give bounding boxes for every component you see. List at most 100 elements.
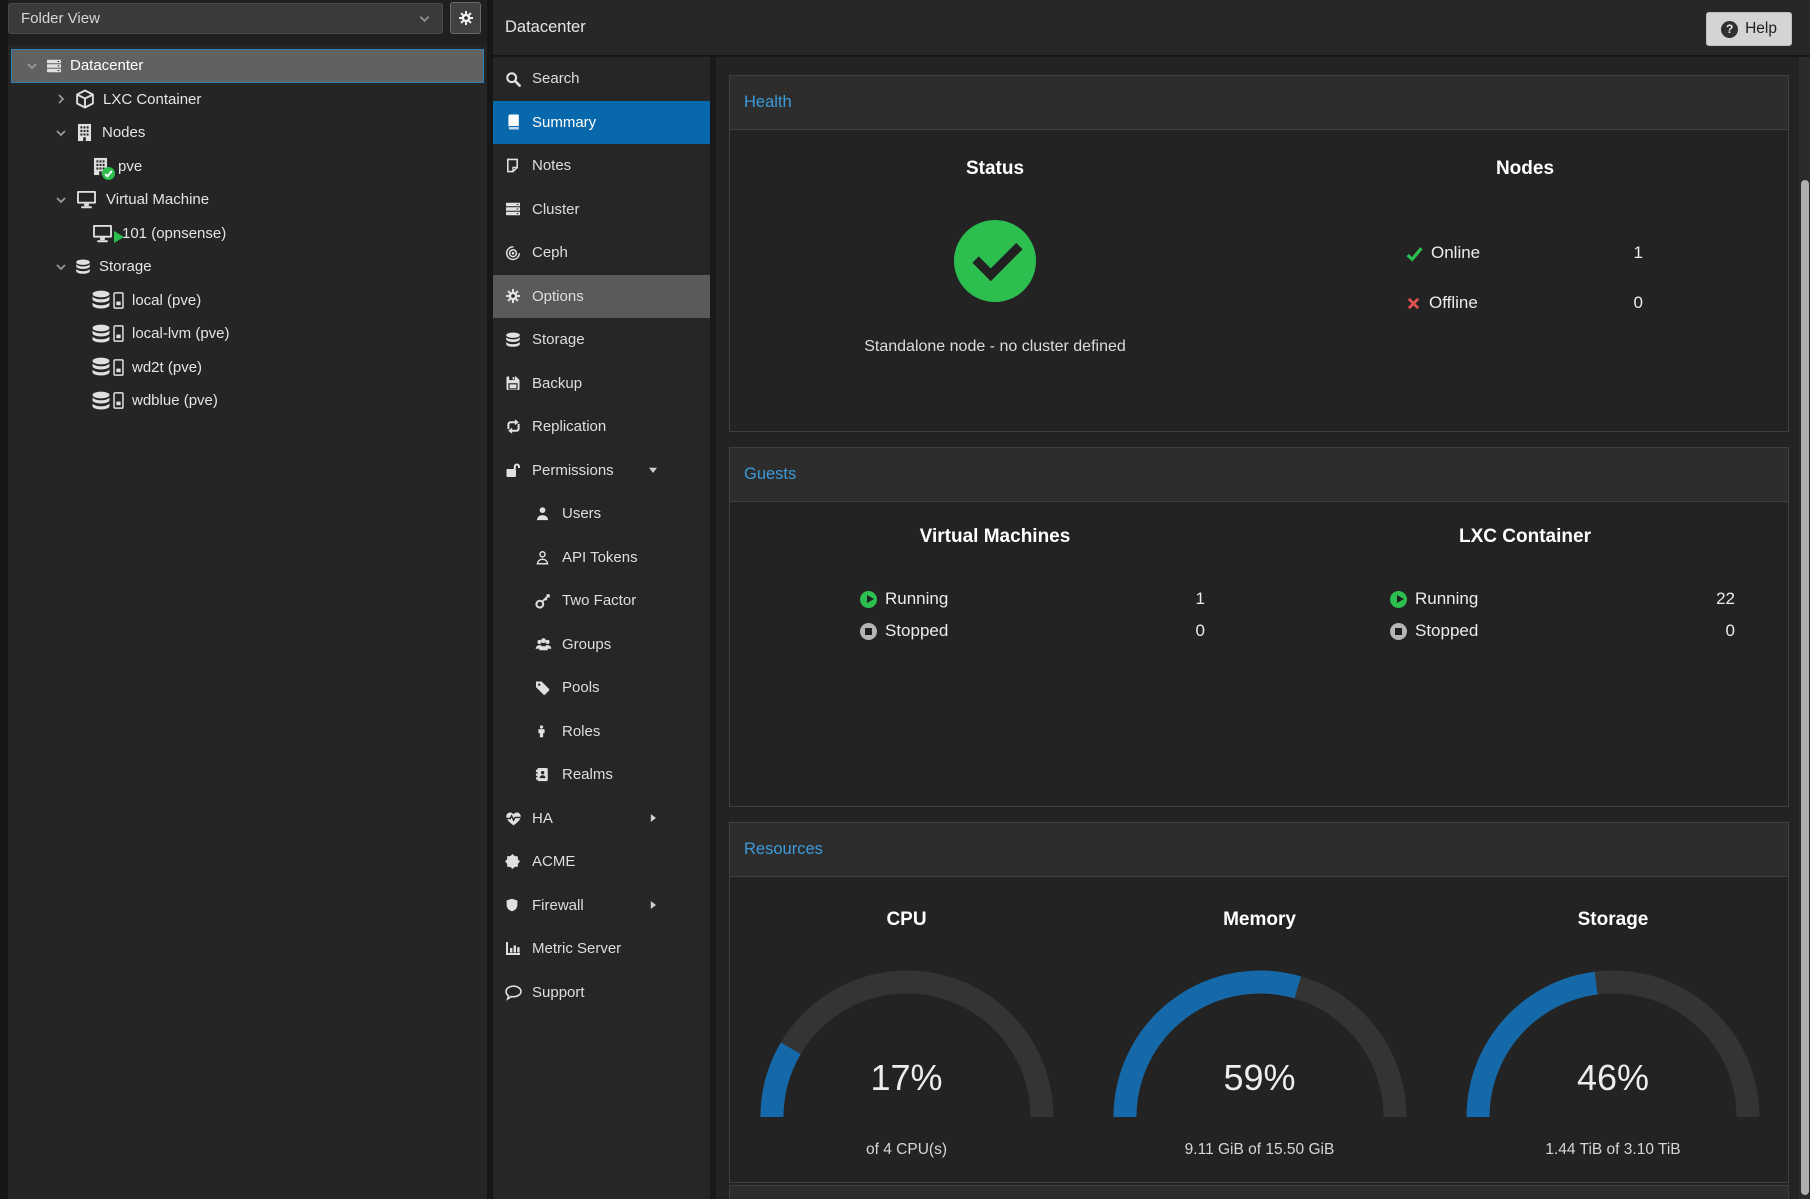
next-panel-edge	[729, 1185, 1789, 1199]
check-circle-icon	[954, 220, 1036, 302]
menu-item-label: Summary	[532, 114, 596, 131]
cube-icon	[75, 89, 95, 109]
tree-toolbar: Folder View	[8, 0, 487, 45]
memory-gauge-arc	[1110, 965, 1410, 1125]
menu-item-permissions[interactable]: Permissions	[493, 449, 710, 493]
menu-item-label: Search	[532, 70, 580, 87]
guest-count-value: 22	[1716, 589, 1735, 609]
chevron-down-icon[interactable]	[24, 60, 40, 72]
guest-count-value: 0	[1196, 621, 1205, 641]
tree-item-label: Virtual Machine	[106, 191, 209, 208]
chevron-down-icon	[417, 11, 432, 26]
summary-content: Health Status Standalone node - no clust…	[716, 57, 1810, 1199]
menu-item-backup[interactable]: Backup	[493, 362, 710, 406]
menu-item-firewall[interactable]: Firewall	[493, 884, 710, 928]
menu-item-two-factor[interactable]: Two Factor	[493, 579, 710, 623]
scrollbar-thumb[interactable]	[1801, 180, 1809, 1195]
view-selector-combobox[interactable]: Folder View	[8, 3, 443, 34]
tree-item-label: wdblue (pve)	[132, 392, 218, 409]
tree-item-datacenter[interactable]: Datacenter	[11, 49, 484, 83]
cpu-gauge-arc	[757, 965, 1057, 1125]
stop-circle-icon	[860, 623, 877, 640]
collapsed-arrow-icon	[648, 900, 658, 910]
menu-item-replication[interactable]: Replication	[493, 405, 710, 449]
content-scrollbar[interactable]	[1799, 57, 1810, 1199]
menu-item-roles[interactable]: Roles	[493, 710, 710, 754]
gauge-heading: Storage	[1436, 909, 1790, 931]
menu-item-label: Pools	[562, 679, 600, 696]
gauge-percent-value: 17%	[730, 1057, 1083, 1099]
content-header: Datacenter ? Help	[493, 0, 1810, 56]
gauge-detail-label: of 4 CPU(s)	[730, 1141, 1083, 1159]
resource-tree: Datacenter LXC Container Nodespve Virtual M…	[8, 49, 487, 418]
tree-item-wd2t-pve[interactable]: wd2t (pve)	[8, 351, 487, 385]
tree-item-label: LXC Container	[103, 91, 201, 108]
resources-panel-title: Resources	[730, 823, 1788, 877]
menu-item-cluster[interactable]: Cluster	[493, 188, 710, 232]
desktop-icon	[75, 189, 98, 210]
menu-item-search[interactable]: Search	[493, 57, 710, 101]
gear-icon	[505, 288, 523, 304]
database-icon	[75, 259, 91, 275]
cross-icon	[1406, 296, 1421, 311]
tree-item-pve[interactable]: pve	[8, 150, 487, 184]
tree-item-label: wd2t (pve)	[132, 359, 202, 376]
user-icon	[535, 506, 553, 521]
menu-item-label: ACME	[532, 853, 575, 870]
tree-item-label: Datacenter	[70, 57, 143, 74]
menu-item-summary[interactable]: Summary	[493, 101, 710, 145]
tree-item-local-pve[interactable]: local (pve)	[8, 284, 487, 318]
menu-item-support[interactable]: Support	[493, 971, 710, 1015]
guest-count-value: 0	[1726, 621, 1735, 641]
tree-item-101-opnsense[interactable]: 101 (opnsense)	[8, 217, 487, 251]
chevron-right-icon[interactable]	[53, 93, 69, 105]
storage-icon	[91, 324, 124, 344]
help-button[interactable]: ? Help	[1706, 12, 1792, 46]
chevron-down-icon[interactable]	[53, 127, 69, 139]
menu-item-pools[interactable]: Pools	[493, 666, 710, 710]
shield-icon	[505, 897, 523, 913]
guests-column-heading: Virtual Machines	[730, 526, 1260, 548]
menu-item-label: Permissions	[532, 462, 614, 479]
server-icon	[46, 58, 62, 74]
menu-item-label: Realms	[562, 766, 613, 783]
node-status-value: 0	[1634, 293, 1643, 313]
node-status-value: 1	[1634, 243, 1643, 263]
menu-item-metric-server[interactable]: Metric Server	[493, 927, 710, 971]
menu-item-label: API Tokens	[562, 549, 638, 566]
menu-item-api-tokens[interactable]: API Tokens	[493, 536, 710, 580]
tree-item-storage[interactable]: Storage	[8, 250, 487, 284]
tree-settings-button[interactable]	[450, 2, 481, 34]
page-title: Datacenter	[505, 0, 586, 55]
storage-gauge-arc	[1463, 965, 1763, 1125]
menu-item-label: Metric Server	[532, 940, 621, 957]
gauge-percent-value: 59%	[1083, 1057, 1436, 1099]
guest-row-virtual-machines-running: Running1	[860, 584, 1205, 614]
menu-item-notes[interactable]: Notes	[493, 144, 710, 188]
tree-item-local-lvm-pve[interactable]: local-lvm (pve)	[8, 317, 487, 351]
running-check-badge	[102, 167, 115, 180]
menu-item-users[interactable]: Users	[493, 492, 710, 536]
menu-item-label: Notes	[532, 157, 571, 174]
tree-item-nodes[interactable]: Nodes	[8, 116, 487, 150]
heartbeat-icon	[505, 810, 523, 827]
tree-item-virtual-machine[interactable]: Virtual Machine	[8, 183, 487, 217]
menu-item-label: Firewall	[532, 897, 584, 914]
tree-item-wdblue-pve[interactable]: wdblue (pve)	[8, 384, 487, 418]
menu-item-ha[interactable]: HA	[493, 797, 710, 841]
menu-item-storage[interactable]: Storage	[493, 318, 710, 362]
menu-item-ceph[interactable]: Ceph	[493, 231, 710, 275]
unlock-icon	[505, 462, 523, 478]
menu-item-acme[interactable]: ACME	[493, 840, 710, 884]
tree-item-lxc-container[interactable]: LXC Container	[8, 83, 487, 117]
help-button-label: Help	[1745, 20, 1777, 38]
menu-item-options[interactable]: Options	[493, 275, 710, 319]
chevron-down-icon[interactable]	[53, 261, 69, 273]
menu-item-label: Groups	[562, 636, 611, 653]
menu-item-groups[interactable]: Groups	[493, 623, 710, 667]
menu-item-realms[interactable]: Realms	[493, 753, 710, 797]
chevron-down-icon[interactable]	[53, 194, 69, 206]
guest-count-value: 1	[1196, 589, 1205, 609]
guest-row-virtual-machines-stopped: Stopped 0	[860, 616, 1205, 646]
guest-state-label: Stopped	[885, 621, 948, 641]
